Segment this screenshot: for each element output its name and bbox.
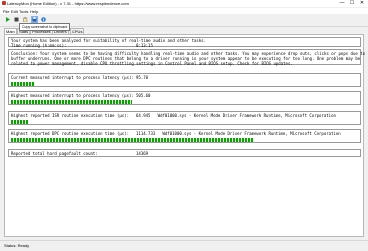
close-button[interactable]: ✕ bbox=[357, 0, 367, 7]
time-running-value: 0:13:15 bbox=[136, 43, 153, 48]
conclusion-box: Conclusion: Your system seems to be havi… bbox=[8, 49, 365, 66]
clipboard-icon bbox=[23, 17, 28, 22]
window-title: LatencyMon (Home Edition) - v 7.31 - htt… bbox=[7, 1, 129, 6]
start-button[interactable] bbox=[4, 16, 11, 23]
metric-current-latency: Current measured interrupt to process la… bbox=[8, 73, 361, 87]
metric-pagefault-count: Reported total hard pagefault count: 143… bbox=[8, 149, 361, 157]
isr-bar bbox=[11, 120, 28, 124]
info-icon bbox=[41, 17, 46, 22]
metric-value: 95.70 bbox=[136, 75, 149, 80]
metric-highest-latency: Highest measured interrupt to process la… bbox=[8, 91, 361, 105]
floppy-icon bbox=[32, 17, 37, 22]
metric-value: 14369 bbox=[136, 151, 149, 156]
metric-value: 1114.733 Wdf01000.sys - Kernel Mode Driv… bbox=[136, 131, 341, 136]
dpc-bar bbox=[11, 138, 254, 142]
stop-button[interactable] bbox=[13, 16, 20, 23]
tooltip: Copy screenshot to clipboard bbox=[19, 23, 71, 31]
metric-value: 64.945 Wdf01000.sys - Kernel Mode Driver… bbox=[136, 113, 336, 118]
minimize-button[interactable]: — bbox=[337, 0, 347, 7]
metric-label: Reported total hard pagefault count: bbox=[11, 151, 98, 156]
metric-label: Highest reported DPC routine execution t… bbox=[11, 131, 130, 136]
status-bar: Status: Ready bbox=[0, 240, 368, 251]
title-bar: LatencyMon (Home Edition) - v 7.31 - htt… bbox=[0, 0, 368, 7]
play-icon bbox=[6, 17, 10, 22]
latency-bar bbox=[11, 100, 132, 104]
conclusion-line: related to power management, disable CPU… bbox=[11, 61, 293, 66]
copy-screenshot-button[interactable] bbox=[22, 16, 29, 23]
info-button[interactable] bbox=[40, 16, 47, 23]
main-panel: Your system has been analyzed for suitab… bbox=[4, 34, 365, 237]
metric-value: 505.60 bbox=[136, 93, 151, 98]
save-report-button[interactable] bbox=[31, 16, 38, 23]
status-text: Status: Ready bbox=[4, 243, 30, 248]
stop-icon bbox=[14, 17, 19, 22]
latency-bar bbox=[11, 82, 35, 86]
metric-label: Highest measured interrupt to process la… bbox=[11, 93, 134, 98]
metric-isr-time: Highest reported ISR routine execution t… bbox=[8, 111, 361, 125]
metric-dpc-time: Highest reported DPC routine execution t… bbox=[8, 129, 361, 143]
metric-label: Highest reported ISR routine execution t… bbox=[11, 113, 130, 118]
analysis-box: Your system has been analyzed for suitab… bbox=[8, 37, 361, 48]
metric-label: Current measured interrupt to process la… bbox=[11, 75, 134, 80]
latencymon-app-icon bbox=[2, 1, 6, 5]
time-running-label: Time running (h:mm:ss): bbox=[11, 43, 67, 48]
maximize-button[interactable]: ☐ bbox=[347, 0, 357, 7]
